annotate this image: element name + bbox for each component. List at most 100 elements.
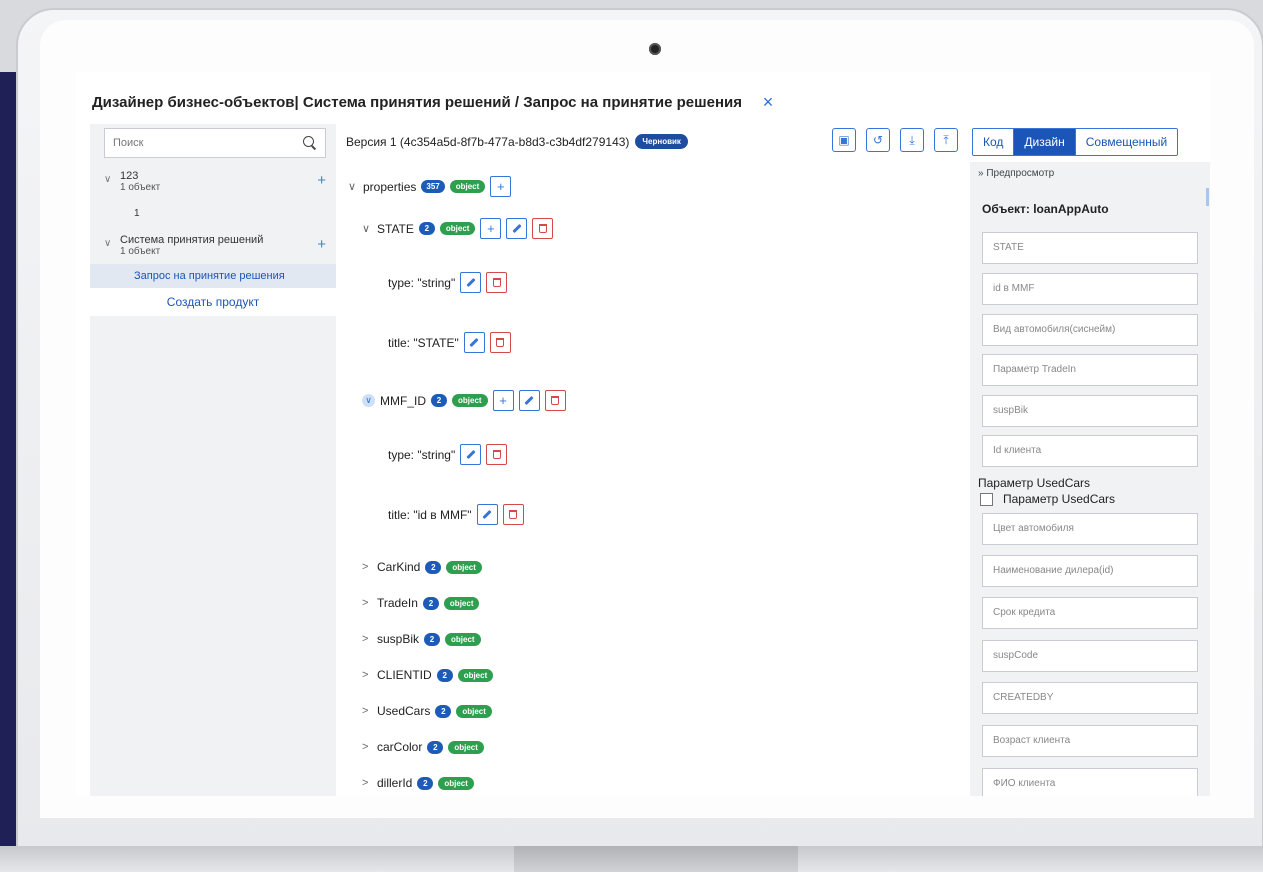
delete-button[interactable] bbox=[486, 272, 508, 293]
type-badge: object bbox=[445, 632, 481, 646]
chevron-down-icon[interactable]: ∨ bbox=[362, 394, 375, 407]
tree-row-mmf-title: title: "id в MMF" bbox=[388, 504, 524, 525]
history-icon: ↺ bbox=[872, 133, 884, 147]
tree-row-collapsed[interactable]: > carColor 2 object bbox=[362, 740, 484, 754]
edit-button[interactable] bbox=[460, 444, 482, 465]
count-badge: 2 bbox=[431, 394, 447, 407]
tree-row-collapsed[interactable]: > CarKind 2 object bbox=[362, 560, 482, 574]
tree-row-collapsed[interactable]: > CLIENTID 2 object bbox=[362, 668, 494, 682]
tree-row-collapsed[interactable]: > suspBik 2 object bbox=[362, 632, 481, 646]
chevron-right-icon[interactable]: > bbox=[362, 597, 372, 609]
count-badge: 2 bbox=[425, 560, 442, 574]
preview-toggle[interactable]: » Предпросмотр bbox=[978, 168, 1054, 179]
preview-field[interactable]: Наименование дилера(id) bbox=[982, 555, 1198, 587]
edit-button[interactable] bbox=[463, 332, 485, 353]
tree-node-123[interactable]: ∨ 123 1 объект + bbox=[104, 170, 326, 196]
type-badge: object bbox=[439, 222, 476, 235]
tab-code[interactable]: Код bbox=[973, 129, 1015, 155]
plus-icon: + bbox=[499, 393, 507, 408]
upload-button[interactable]: ⤒ bbox=[934, 128, 958, 152]
close-button[interactable]: × bbox=[754, 88, 782, 116]
type-badge: object bbox=[446, 560, 482, 574]
plus-icon: + bbox=[497, 179, 505, 194]
preview-field[interactable]: id в MMF bbox=[982, 273, 1198, 305]
chevron-down-icon[interactable]: ∨ bbox=[348, 180, 358, 193]
count-badge: 2 bbox=[418, 222, 435, 235]
preview-field[interactable]: Цвет автомобиля bbox=[982, 513, 1198, 545]
create-product-button[interactable]: Создать продукт bbox=[90, 288, 336, 316]
add-button[interactable]: + bbox=[480, 218, 502, 239]
tree-node-count: 1 объект bbox=[120, 246, 161, 257]
page-title: Дизайнер бизнес-объектов| Система принят… bbox=[92, 93, 742, 111]
chevron-down-icon[interactable]: ∨ bbox=[104, 174, 111, 185]
pencil-icon bbox=[524, 395, 534, 406]
add-button[interactable]: + bbox=[492, 390, 514, 411]
tree-row-mmf-id[interactable]: ∨ MMF_ID 2 object + bbox=[362, 390, 566, 411]
preview-field[interactable]: suspBik bbox=[982, 395, 1198, 427]
edit-button[interactable] bbox=[460, 272, 482, 293]
chevron-right-icon[interactable]: > bbox=[362, 705, 372, 717]
tree-node-decision-system[interactable]: ∨ Система принятия решений 1 объект + bbox=[104, 234, 326, 260]
tree-row-collapsed[interactable]: > UsedCars 2 object bbox=[362, 704, 492, 718]
preview-field[interactable]: Параметр TradeIn bbox=[982, 354, 1198, 386]
mode-tabs: Код Дизайн Совмещенный bbox=[972, 128, 1179, 156]
search-icon[interactable] bbox=[303, 136, 317, 150]
chevron-right-icon[interactable]: > bbox=[362, 741, 372, 753]
type-badge: object bbox=[443, 596, 480, 610]
delete-button[interactable] bbox=[489, 332, 511, 353]
checkbox[interactable] bbox=[980, 492, 993, 506]
property-name: carColor bbox=[377, 740, 423, 754]
count-badge: 2 bbox=[436, 668, 453, 682]
preview-field[interactable]: ФИО клиента bbox=[982, 768, 1198, 796]
property-name: UsedCars bbox=[377, 704, 431, 718]
preview-field[interactable]: Срок кредита bbox=[982, 597, 1198, 629]
edit-button[interactable] bbox=[518, 390, 540, 411]
preview-panel: » Предпросмотр Объект: loanAppAuto STATE… bbox=[970, 162, 1210, 796]
chevron-right-icon[interactable]: > bbox=[362, 669, 372, 681]
version-label: Версия 1 (4c354a5d-8f7b-477a-b8d3-c3b4df… bbox=[346, 134, 630, 149]
chevron-down-icon[interactable]: ∨ bbox=[104, 238, 111, 249]
preview-field[interactable]: suspCode bbox=[982, 640, 1198, 672]
search-box bbox=[104, 128, 326, 158]
used-cars-checkbox[interactable]: Параметр UsedCars bbox=[980, 492, 1115, 506]
property-name: STATE bbox=[377, 221, 414, 236]
tree-child-1[interactable]: 1 bbox=[134, 208, 140, 219]
tree-row-collapsed[interactable]: > TradeIn 2 object bbox=[362, 596, 480, 610]
tree-item-decision-request[interactable]: Запрос на принятие решения bbox=[90, 264, 336, 288]
tree-row-collapsed[interactable]: > dillerId 2 object bbox=[362, 776, 474, 790]
edit-button[interactable] bbox=[476, 504, 498, 525]
delete-button[interactable] bbox=[544, 390, 566, 411]
tree-row-state[interactable]: ∨ STATE 2 object + bbox=[362, 218, 554, 239]
add-button[interactable]: + bbox=[490, 176, 512, 197]
property-name: properties bbox=[363, 179, 417, 194]
tab-design[interactable]: Дизайн bbox=[1014, 129, 1076, 155]
trash-icon bbox=[551, 396, 560, 405]
delete-button[interactable] bbox=[502, 504, 524, 525]
schema-editor: ∨ properties 357 object + ∨ STATE 2 obje… bbox=[336, 162, 970, 796]
tree-row-properties[interactable]: ∨ properties 357 object + bbox=[348, 176, 512, 197]
scrollbar[interactable] bbox=[1206, 188, 1209, 206]
trash-icon bbox=[492, 450, 501, 459]
tree-node-name: Система принятия решений bbox=[120, 234, 264, 246]
type-badge: object bbox=[456, 704, 492, 718]
save-button[interactable]: ▣ bbox=[832, 128, 856, 152]
preview-field[interactable]: CREATEDBY bbox=[982, 682, 1198, 714]
chevron-down-icon[interactable]: ∨ bbox=[362, 222, 372, 235]
preview-field[interactable]: Вид автомобиля(сиснейм) bbox=[982, 314, 1198, 346]
delete-button[interactable] bbox=[486, 444, 508, 465]
download-button[interactable]: ⤓ bbox=[900, 128, 924, 152]
chevron-right-icon[interactable]: > bbox=[362, 777, 372, 789]
status-badge: Черновик bbox=[635, 134, 688, 149]
preview-field[interactable]: Id клиента bbox=[982, 435, 1198, 467]
add-icon[interactable]: + bbox=[317, 236, 326, 253]
search-input[interactable] bbox=[113, 137, 303, 149]
preview-field[interactable]: STATE bbox=[982, 232, 1198, 264]
preview-field[interactable]: Возраст клиента bbox=[982, 725, 1198, 757]
history-button[interactable]: ↺ bbox=[866, 128, 890, 152]
chevron-right-icon[interactable]: > bbox=[362, 633, 372, 645]
add-icon[interactable]: + bbox=[317, 172, 326, 189]
delete-button[interactable] bbox=[532, 218, 554, 239]
chevron-right-icon[interactable]: > bbox=[362, 561, 372, 573]
edit-button[interactable] bbox=[506, 218, 528, 239]
tab-combined[interactable]: Совмещенный bbox=[1075, 129, 1178, 155]
